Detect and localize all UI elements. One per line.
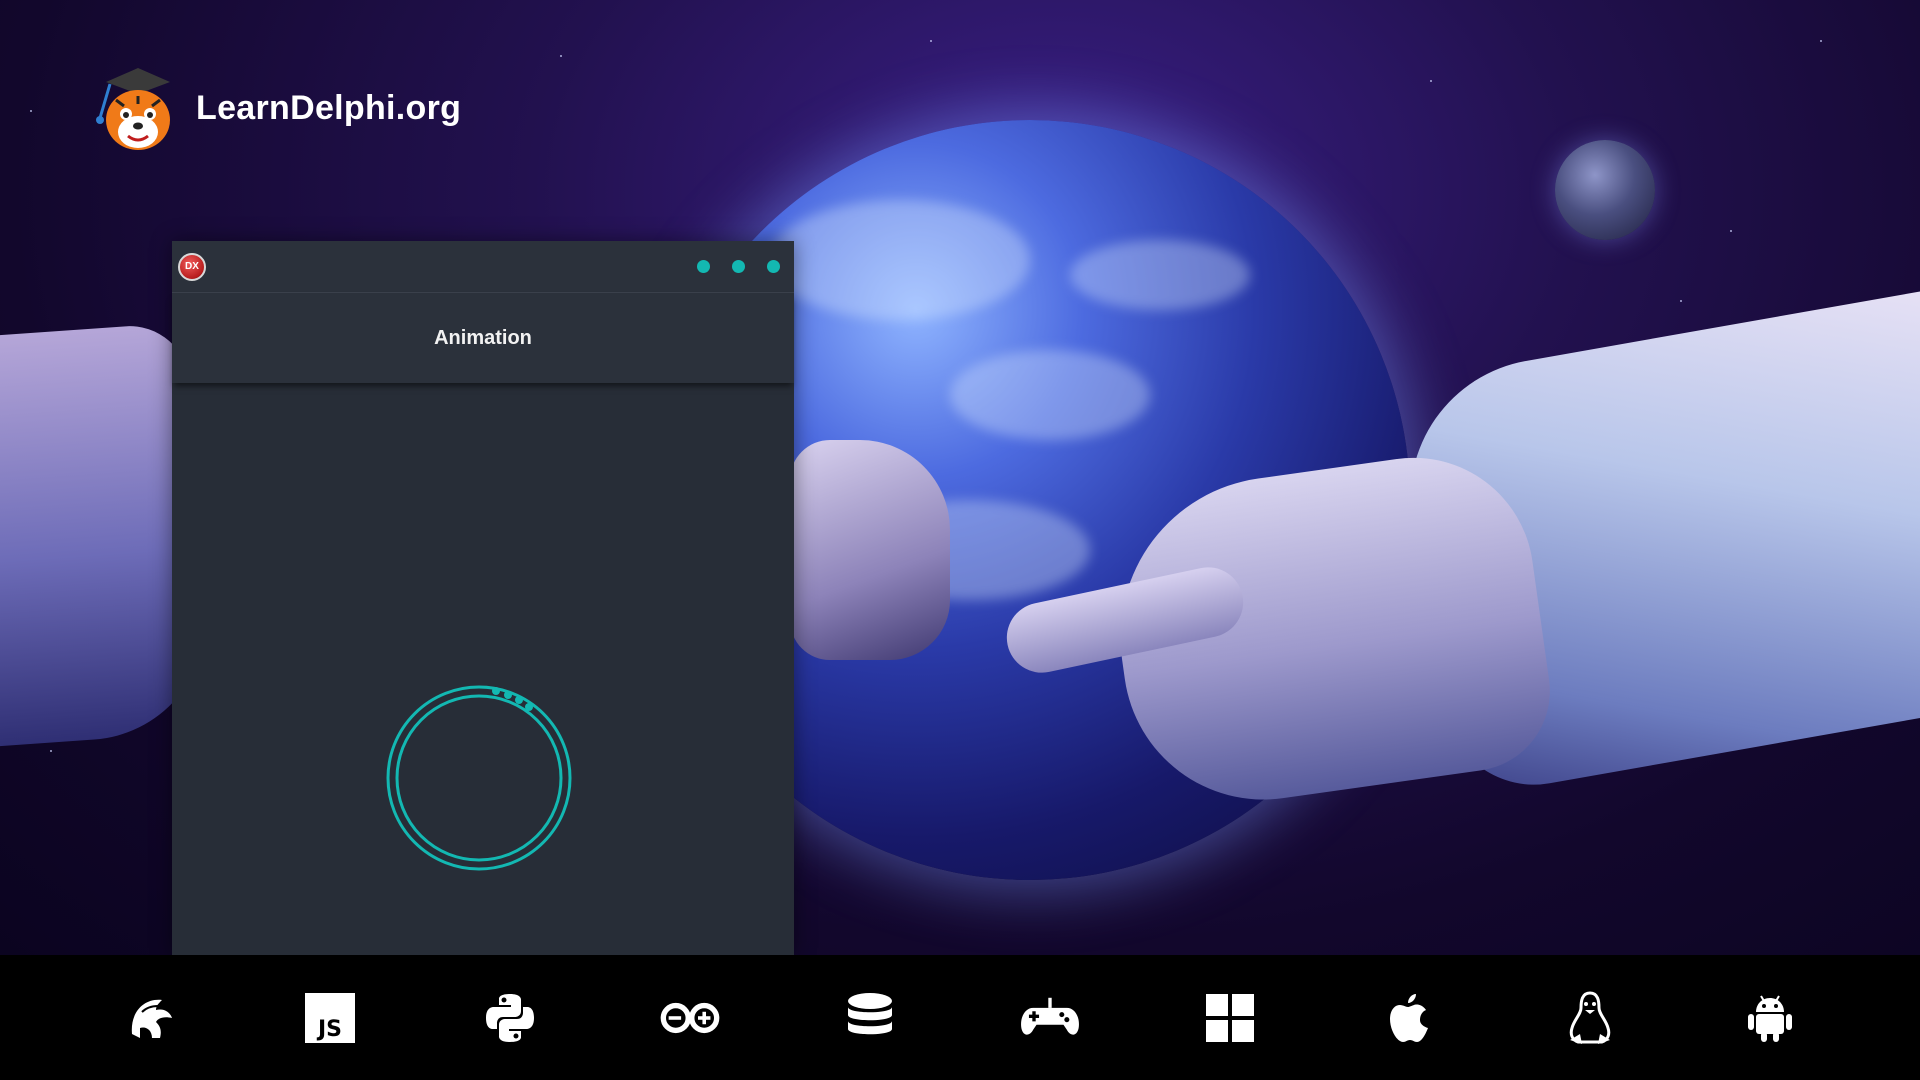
star (560, 55, 562, 57)
database-icon[interactable] (838, 986, 902, 1050)
android-icon[interactable] (1738, 986, 1802, 1050)
app-icon: DX (178, 252, 206, 281)
astronaut-left-hand (790, 440, 950, 660)
windows-icon[interactable] (1198, 986, 1262, 1050)
window-content (172, 383, 794, 955)
page-title: Animation (434, 326, 532, 349)
tech-icon-bar: JS (0, 955, 1920, 1080)
python-icon[interactable] (478, 986, 542, 1050)
window-controls (697, 260, 780, 273)
javascript-label: JS (316, 1017, 342, 1042)
star (30, 110, 32, 112)
star (1430, 80, 1432, 82)
brand-name: LearnDelphi.org (196, 88, 462, 127)
brand[interactable]: LearnDelphi.org (86, 60, 461, 156)
maximize-button[interactable] (732, 260, 745, 273)
star (1730, 230, 1732, 232)
app-window: DX Animation (172, 241, 794, 955)
delphi-helmet-icon[interactable] (118, 986, 182, 1050)
loading-ring-icon (386, 685, 572, 871)
tiger-graduate-icon (86, 60, 182, 156)
javascript-icon[interactable]: JS (298, 986, 362, 1050)
close-button[interactable] (767, 260, 780, 273)
star (50, 750, 52, 752)
linux-icon[interactable] (1558, 986, 1622, 1050)
star (930, 40, 932, 42)
star (1680, 300, 1682, 302)
moon (1555, 140, 1655, 240)
window-titlebar[interactable]: DX (172, 241, 794, 293)
app-icon-label: DX (185, 261, 199, 272)
star (1820, 40, 1822, 42)
gamepad-icon[interactable] (1018, 986, 1082, 1050)
apple-icon[interactable] (1378, 986, 1442, 1050)
window-header: Animation (172, 293, 794, 383)
minimize-button[interactable] (697, 260, 710, 273)
arduino-icon[interactable] (658, 986, 722, 1050)
